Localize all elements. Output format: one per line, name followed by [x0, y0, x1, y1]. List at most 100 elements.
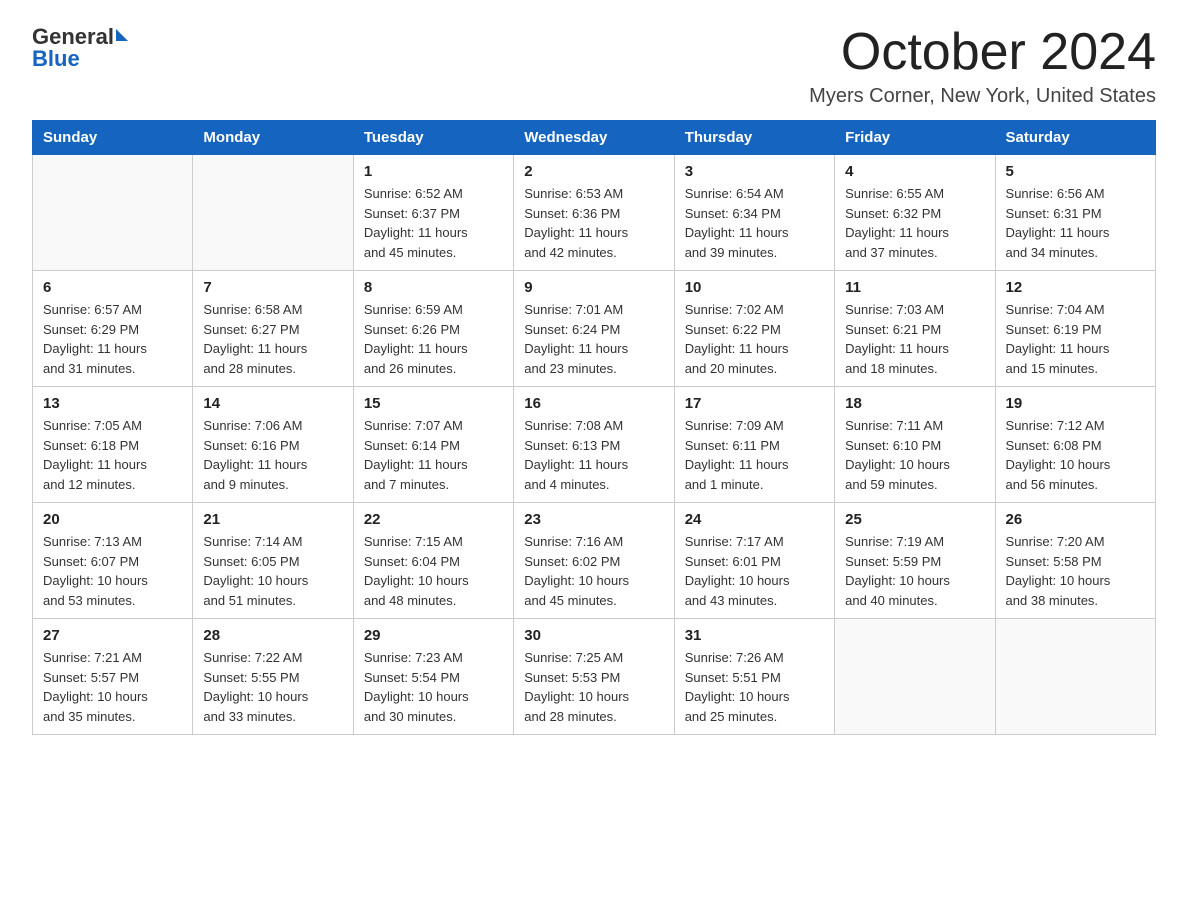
day-info: Sunrise: 6:54 AM Sunset: 6:34 PM Dayligh…: [685, 184, 824, 262]
day-number: 26: [1006, 511, 1145, 528]
day-number: 6: [43, 279, 182, 296]
day-number: 1: [364, 163, 503, 180]
day-info: Sunrise: 6:56 AM Sunset: 6:31 PM Dayligh…: [1006, 184, 1145, 262]
day-info: Sunrise: 6:53 AM Sunset: 6:36 PM Dayligh…: [524, 184, 663, 262]
calendar-cell: 13 Sunrise: 7:05 AM Sunset: 6:18 PM Dayli…: [33, 387, 193, 503]
day-info: Sunrise: 7:05 AM Sunset: 6:18 PM Dayligh…: [43, 416, 182, 494]
day-number: 7: [203, 279, 342, 296]
day-number: 30: [524, 627, 663, 644]
day-number: 4: [845, 163, 984, 180]
calendar-cell: 12 Sunrise: 7:04 AM Sunset: 6:19 PM Dayli…: [995, 271, 1155, 387]
day-info: Sunrise: 6:57 AM Sunset: 6:29 PM Dayligh…: [43, 300, 182, 378]
day-number: 5: [1006, 163, 1145, 180]
day-info: Sunrise: 7:13 AM Sunset: 6:07 PM Dayligh…: [43, 532, 182, 610]
day-number: 9: [524, 279, 663, 296]
calendar-cell: 11 Sunrise: 7:03 AM Sunset: 6:21 PM Dayli…: [835, 271, 995, 387]
day-info: Sunrise: 7:25 AM Sunset: 5:53 PM Dayligh…: [524, 648, 663, 726]
day-info: Sunrise: 7:03 AM Sunset: 6:21 PM Dayligh…: [845, 300, 984, 378]
day-info: Sunrise: 7:23 AM Sunset: 5:54 PM Dayligh…: [364, 648, 503, 726]
calendar-header-sunday: Sunday: [33, 121, 193, 155]
calendar-cell: 26 Sunrise: 7:20 AM Sunset: 5:58 PM Dayli…: [995, 503, 1155, 619]
calendar-cell: 19 Sunrise: 7:12 AM Sunset: 6:08 PM Dayli…: [995, 387, 1155, 503]
calendar-cell: 10Sunrise: 7:02 AM Sunset: 6:22 PM Dayli…: [674, 271, 834, 387]
calendar-cell: 29 Sunrise: 7:23 AM Sunset: 5:54 PM Dayli…: [353, 619, 513, 735]
day-info: Sunrise: 7:14 AM Sunset: 6:05 PM Dayligh…: [203, 532, 342, 610]
day-number: 31: [685, 627, 824, 644]
logo-blue-text: Blue: [32, 46, 80, 72]
calendar-cell: 21Sunrise: 7:14 AM Sunset: 6:05 PM Dayli…: [193, 503, 353, 619]
calendar-cell: 22 Sunrise: 7:15 AM Sunset: 6:04 PM Dayli…: [353, 503, 513, 619]
day-info: Sunrise: 7:12 AM Sunset: 6:08 PM Dayligh…: [1006, 416, 1145, 494]
calendar-cell: 9 Sunrise: 7:01 AM Sunset: 6:24 PM Daylig…: [514, 271, 674, 387]
logo-arrow-icon: [116, 29, 128, 41]
day-info: Sunrise: 7:06 AM Sunset: 6:16 PM Dayligh…: [203, 416, 342, 494]
calendar-header-wednesday: Wednesday: [514, 121, 674, 155]
day-number: 27: [43, 627, 182, 644]
day-info: Sunrise: 7:26 AM Sunset: 5:51 PM Dayligh…: [685, 648, 824, 726]
calendar-cell: 2Sunrise: 6:53 AM Sunset: 6:36 PM Daylig…: [514, 155, 674, 271]
calendar-cell: 6 Sunrise: 6:57 AM Sunset: 6:29 PM Daylig…: [33, 271, 193, 387]
calendar-cell: 5 Sunrise: 6:56 AM Sunset: 6:31 PM Daylig…: [995, 155, 1155, 271]
calendar-cell: 4Sunrise: 6:55 AM Sunset: 6:32 PM Daylig…: [835, 155, 995, 271]
calendar-cell: 8 Sunrise: 6:59 AM Sunset: 6:26 PM Daylig…: [353, 271, 513, 387]
calendar-cell: [835, 619, 995, 735]
day-info: Sunrise: 7:11 AM Sunset: 6:10 PM Dayligh…: [845, 416, 984, 494]
calendar-cell: [33, 155, 193, 271]
day-info: Sunrise: 7:02 AM Sunset: 6:22 PM Dayligh…: [685, 300, 824, 378]
calendar-cell: 23Sunrise: 7:16 AM Sunset: 6:02 PM Dayli…: [514, 503, 674, 619]
day-number: 16: [524, 395, 663, 412]
calendar-cell: 7 Sunrise: 6:58 AM Sunset: 6:27 PM Daylig…: [193, 271, 353, 387]
calendar-week-row: 1Sunrise: 6:52 AM Sunset: 6:37 PM Daylig…: [33, 155, 1156, 271]
day-number: 13: [43, 395, 182, 412]
calendar-table: SundayMondayTuesdayWednesdayThursdayFrid…: [32, 120, 1156, 735]
day-info: Sunrise: 7:15 AM Sunset: 6:04 PM Dayligh…: [364, 532, 503, 610]
day-number: 17: [685, 395, 824, 412]
calendar-cell: [193, 155, 353, 271]
calendar-cell: [995, 619, 1155, 735]
calendar-week-row: 20 Sunrise: 7:13 AM Sunset: 6:07 PM Dayli…: [33, 503, 1156, 619]
calendar-cell: 1Sunrise: 6:52 AM Sunset: 6:37 PM Daylig…: [353, 155, 513, 271]
calendar-cell: 28 Sunrise: 7:22 AM Sunset: 5:55 PM Dayli…: [193, 619, 353, 735]
calendar-cell: 27 Sunrise: 7:21 AM Sunset: 5:57 PM Dayli…: [33, 619, 193, 735]
calendar-cell: 31 Sunrise: 7:26 AM Sunset: 5:51 PM Dayli…: [674, 619, 834, 735]
day-number: 20: [43, 511, 182, 528]
calendar-header-tuesday: Tuesday: [353, 121, 513, 155]
calendar-cell: 20 Sunrise: 7:13 AM Sunset: 6:07 PM Dayli…: [33, 503, 193, 619]
day-number: 23: [524, 511, 663, 528]
calendar-header-row: SundayMondayTuesdayWednesdayThursdayFrid…: [33, 121, 1156, 155]
day-info: Sunrise: 7:22 AM Sunset: 5:55 PM Dayligh…: [203, 648, 342, 726]
day-number: 11: [845, 279, 984, 296]
day-number: 18: [845, 395, 984, 412]
day-info: Sunrise: 7:01 AM Sunset: 6:24 PM Dayligh…: [524, 300, 663, 378]
location-title: Myers Corner, New York, United States: [809, 85, 1156, 108]
calendar-header-thursday: Thursday: [674, 121, 834, 155]
calendar-header-friday: Friday: [835, 121, 995, 155]
day-number: 19: [1006, 395, 1145, 412]
day-number: 25: [845, 511, 984, 528]
calendar-week-row: 27 Sunrise: 7:21 AM Sunset: 5:57 PM Dayli…: [33, 619, 1156, 735]
day-number: 24: [685, 511, 824, 528]
calendar-cell: 18 Sunrise: 7:11 AM Sunset: 6:10 PM Dayli…: [835, 387, 995, 503]
calendar-week-row: 6 Sunrise: 6:57 AM Sunset: 6:29 PM Daylig…: [33, 271, 1156, 387]
day-info: Sunrise: 7:17 AM Sunset: 6:01 PM Dayligh…: [685, 532, 824, 610]
day-number: 28: [203, 627, 342, 644]
day-info: Sunrise: 7:21 AM Sunset: 5:57 PM Dayligh…: [43, 648, 182, 726]
day-info: Sunrise: 7:20 AM Sunset: 5:58 PM Dayligh…: [1006, 532, 1145, 610]
title-block: October 2024 Myers Corner, New York, Uni…: [809, 24, 1156, 108]
day-number: 14: [203, 395, 342, 412]
month-title: October 2024: [809, 24, 1156, 81]
day-number: 8: [364, 279, 503, 296]
day-info: Sunrise: 7:04 AM Sunset: 6:19 PM Dayligh…: [1006, 300, 1145, 378]
day-number: 3: [685, 163, 824, 180]
day-number: 22: [364, 511, 503, 528]
calendar-cell: 14 Sunrise: 7:06 AM Sunset: 6:16 PM Dayli…: [193, 387, 353, 503]
calendar-week-row: 13 Sunrise: 7:05 AM Sunset: 6:18 PM Dayli…: [33, 387, 1156, 503]
day-number: 12: [1006, 279, 1145, 296]
calendar-cell: 16 Sunrise: 7:08 AM Sunset: 6:13 PM Dayli…: [514, 387, 674, 503]
calendar-cell: 3 Sunrise: 6:54 AM Sunset: 6:34 PM Daylig…: [674, 155, 834, 271]
day-info: Sunrise: 6:58 AM Sunset: 6:27 PM Dayligh…: [203, 300, 342, 378]
day-number: 29: [364, 627, 503, 644]
day-info: Sunrise: 7:08 AM Sunset: 6:13 PM Dayligh…: [524, 416, 663, 494]
day-info: Sunrise: 6:59 AM Sunset: 6:26 PM Dayligh…: [364, 300, 503, 378]
calendar-cell: 15Sunrise: 7:07 AM Sunset: 6:14 PM Dayli…: [353, 387, 513, 503]
